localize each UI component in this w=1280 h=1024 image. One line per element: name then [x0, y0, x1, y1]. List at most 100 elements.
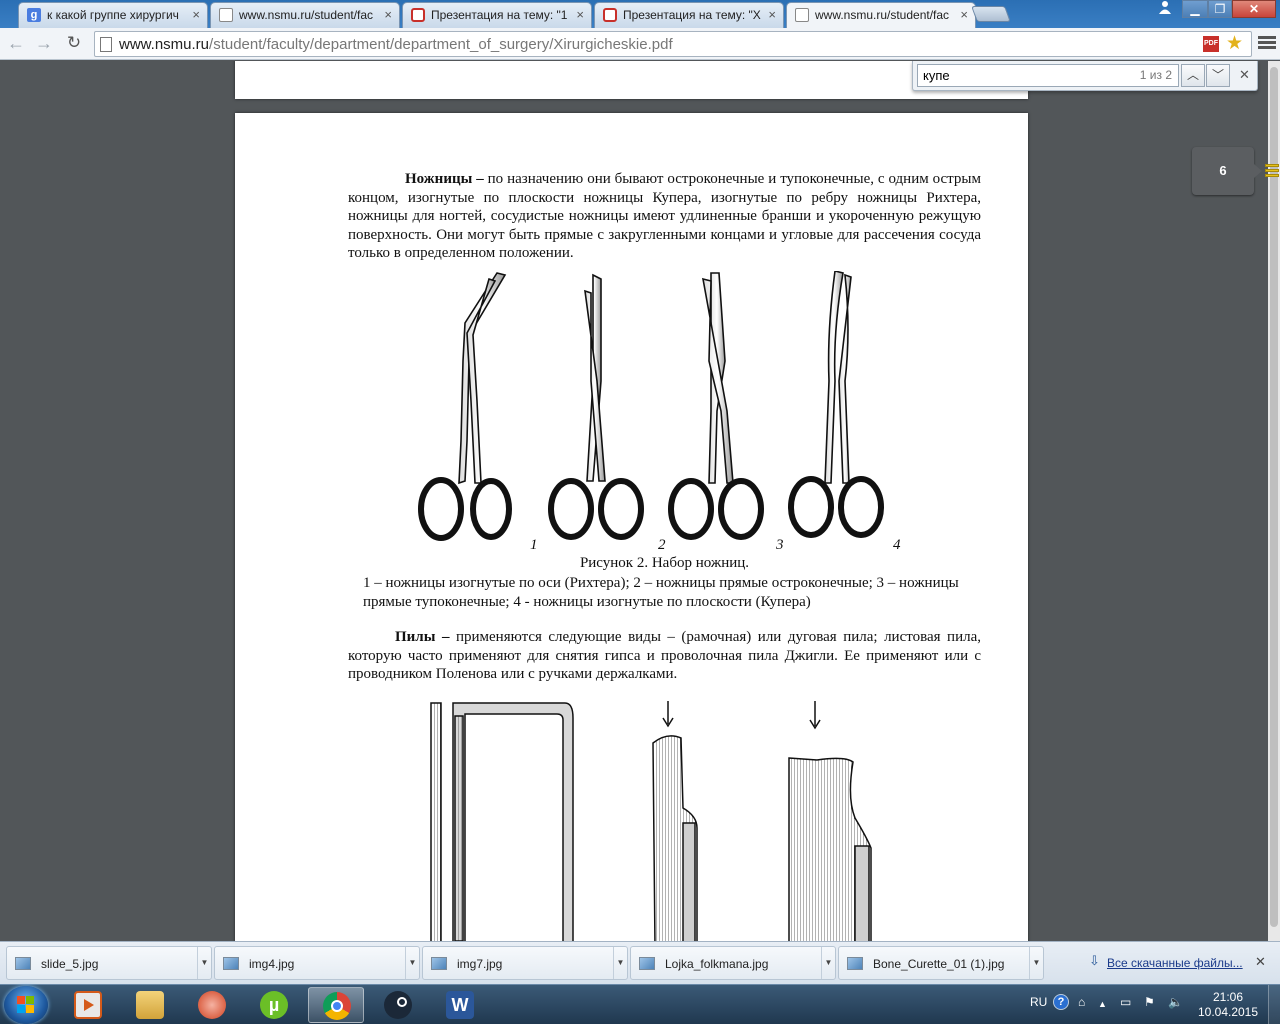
tab-1[interactable]: g к какой группе хирургич × [18, 2, 208, 28]
chrome-icon[interactable] [308, 987, 364, 1023]
browser-toolbar: ← → ↻ www.nsmu.ru/student/faculty/depart… [0, 28, 1280, 60]
image-file-icon [223, 957, 239, 970]
steam-icon[interactable] [370, 987, 426, 1023]
show-hidden-icons-chevron-icon[interactable]: ▲ [1098, 999, 1107, 1009]
clock[interactable]: 21:06 10.04.2015 [1196, 990, 1260, 1020]
address-bar[interactable]: www.nsmu.ru/student/faculty/department/d… [94, 31, 1252, 57]
download-filename: slide_5.jpg [41, 957, 99, 971]
scissors-richter-image [418, 272, 512, 541]
download-item[interactable]: Bone_Curette_01 (1).jpg ▼ [838, 946, 1044, 980]
bookmark-star-icon[interactable]: ★ [1226, 32, 1243, 55]
all-downloads-link[interactable]: Все скачанные файлы... [1107, 956, 1243, 970]
vertical-scrollbar[interactable] [1268, 61, 1280, 941]
word-icon[interactable]: W [432, 987, 488, 1023]
network-icon[interactable]: ▭ [1120, 995, 1131, 1009]
pdf-viewer[interactable]: Ножницы – по назначению они бывают остро… [0, 61, 1268, 941]
document-icon [795, 8, 809, 22]
scissors-straight-blunt-image [668, 272, 764, 540]
tab-close-icon[interactable]: × [768, 7, 776, 22]
tab-strip: g к какой группе хирургич × www.nsmu.ru/… [0, 0, 1280, 29]
download-menu-chevron-icon[interactable]: ▼ [405, 947, 419, 979]
start-button[interactable] [4, 986, 48, 1024]
show-desktop-button[interactable] [1268, 985, 1280, 1024]
close-window-button[interactable]: ✕ [1232, 0, 1276, 18]
tab-close-icon[interactable]: × [960, 7, 968, 22]
image-file-icon [431, 957, 447, 970]
saws-term: Пилы – [395, 629, 450, 645]
download-arrow-icon: ⇩ [1089, 953, 1100, 968]
ccleaner-icon[interactable] [184, 987, 240, 1023]
maximize-button[interactable]: ❐ [1208, 0, 1232, 18]
presentation-icon [603, 8, 617, 22]
find-next-button[interactable]: ﹀ [1206, 64, 1230, 87]
language-indicator[interactable]: RU [1030, 995, 1047, 1009]
find-input[interactable]: купе 1 из 2 [917, 64, 1179, 87]
download-filename: Bone_Curette_01 (1).jpg [873, 957, 1005, 971]
google-icon: g [27, 8, 41, 22]
minimize-button[interactable]: ▁ [1182, 0, 1208, 18]
download-menu-chevron-icon[interactable]: ▼ [197, 947, 211, 979]
forward-button[interactable]: → [32, 32, 56, 56]
download-item[interactable]: Lojka_folkmana.jpg ▼ [630, 946, 836, 980]
utorrent-icon[interactable]: µ [246, 987, 302, 1023]
download-filename: img4.jpg [249, 957, 295, 971]
download-menu-chevron-icon[interactable]: ▼ [821, 947, 835, 979]
frame-saw-image [430, 702, 574, 941]
download-filename: img7.jpg [457, 957, 503, 971]
clock-date: 10.04.2015 [1197, 1005, 1259, 1019]
tab-close-icon[interactable]: × [192, 7, 200, 22]
scissors-straight-pointed-image [548, 273, 644, 540]
saws-paragraph: Пилы – применяются следующие виды – (рам… [348, 628, 981, 684]
shelf-close-icon[interactable]: ✕ [1255, 954, 1266, 970]
action-center-flag-icon[interactable]: ⚑ [1144, 995, 1155, 1009]
image-file-icon [15, 957, 31, 970]
download-item[interactable]: img4.jpg ▼ [214, 946, 420, 980]
find-close-icon[interactable]: ✕ [1239, 67, 1250, 83]
tray-app-icon[interactable]: ⌂ [1078, 995, 1085, 1009]
pdf-page-previous [235, 61, 1028, 99]
figure-number-2: 2 [658, 537, 666, 553]
figure-number-1: 1 [530, 537, 538, 553]
download-item[interactable]: img7.jpg ▼ [422, 946, 628, 980]
tab-3[interactable]: Презентация на тему: "1 × [402, 2, 592, 28]
download-item[interactable]: slide_5.jpg ▼ [6, 946, 212, 980]
user-icon[interactable] [1154, 0, 1176, 18]
tab-title: Презентация на тему: "Х [623, 8, 761, 22]
tab-close-icon[interactable]: × [384, 7, 392, 22]
pdf-page: Ножницы – по назначению они бывают остро… [235, 113, 1028, 941]
download-menu-chevron-icon[interactable]: ▼ [613, 947, 627, 979]
scrollbar-thumb[interactable] [1270, 67, 1278, 927]
reload-button[interactable]: ↻ [62, 32, 86, 56]
chrome-menu-icon[interactable] [1258, 34, 1276, 54]
help-icon[interactable]: ? [1053, 994, 1069, 1010]
tab-4[interactable]: Презентация на тему: "Х × [594, 2, 784, 28]
image-file-icon [847, 957, 863, 970]
figure-number-3: 3 [776, 537, 784, 553]
plaster-saw-image [788, 701, 872, 941]
url-path: /student/faculty/department/department_o… [209, 36, 673, 53]
figure-caption: Рисунок 2. Набор ножниц. [579, 555, 750, 571]
new-tab-button[interactable] [971, 6, 1011, 22]
tab-2[interactable]: www.nsmu.ru/student/fac × [210, 2, 400, 28]
tab-5-active[interactable]: www.nsmu.ru/student/fac × [786, 2, 976, 29]
saws-figure [430, 701, 872, 941]
media-player-icon[interactable] [60, 987, 116, 1023]
find-previous-button[interactable]: ︿ [1181, 64, 1205, 87]
find-result-tick-marks [1265, 164, 1279, 180]
pdf-icon[interactable]: PDF [1203, 36, 1219, 52]
find-bar: купе 1 из 2 ︿ ﹀ ✕ [912, 61, 1258, 91]
back-button[interactable]: ← [4, 32, 28, 56]
find-query: купе [923, 68, 950, 83]
sheet-saw-image [652, 701, 698, 941]
image-file-icon [639, 957, 655, 970]
file-manager-icon[interactable] [122, 987, 178, 1023]
find-match-count: 1 из 2 [1139, 68, 1172, 82]
figure-number-4: 4 [893, 537, 901, 553]
page-icon [100, 37, 112, 52]
scissors-term: Ножницы – [405, 171, 484, 187]
download-shelf: slide_5.jpg ▼ img4.jpg ▼ img7.jpg ▼ Lojk… [0, 941, 1280, 984]
tab-title: Презентация на тему: "1 [431, 8, 568, 22]
tab-close-icon[interactable]: × [576, 7, 584, 22]
download-menu-chevron-icon[interactable]: ▼ [1029, 947, 1043, 979]
volume-icon[interactable]: 🔈 [1168, 995, 1183, 1009]
